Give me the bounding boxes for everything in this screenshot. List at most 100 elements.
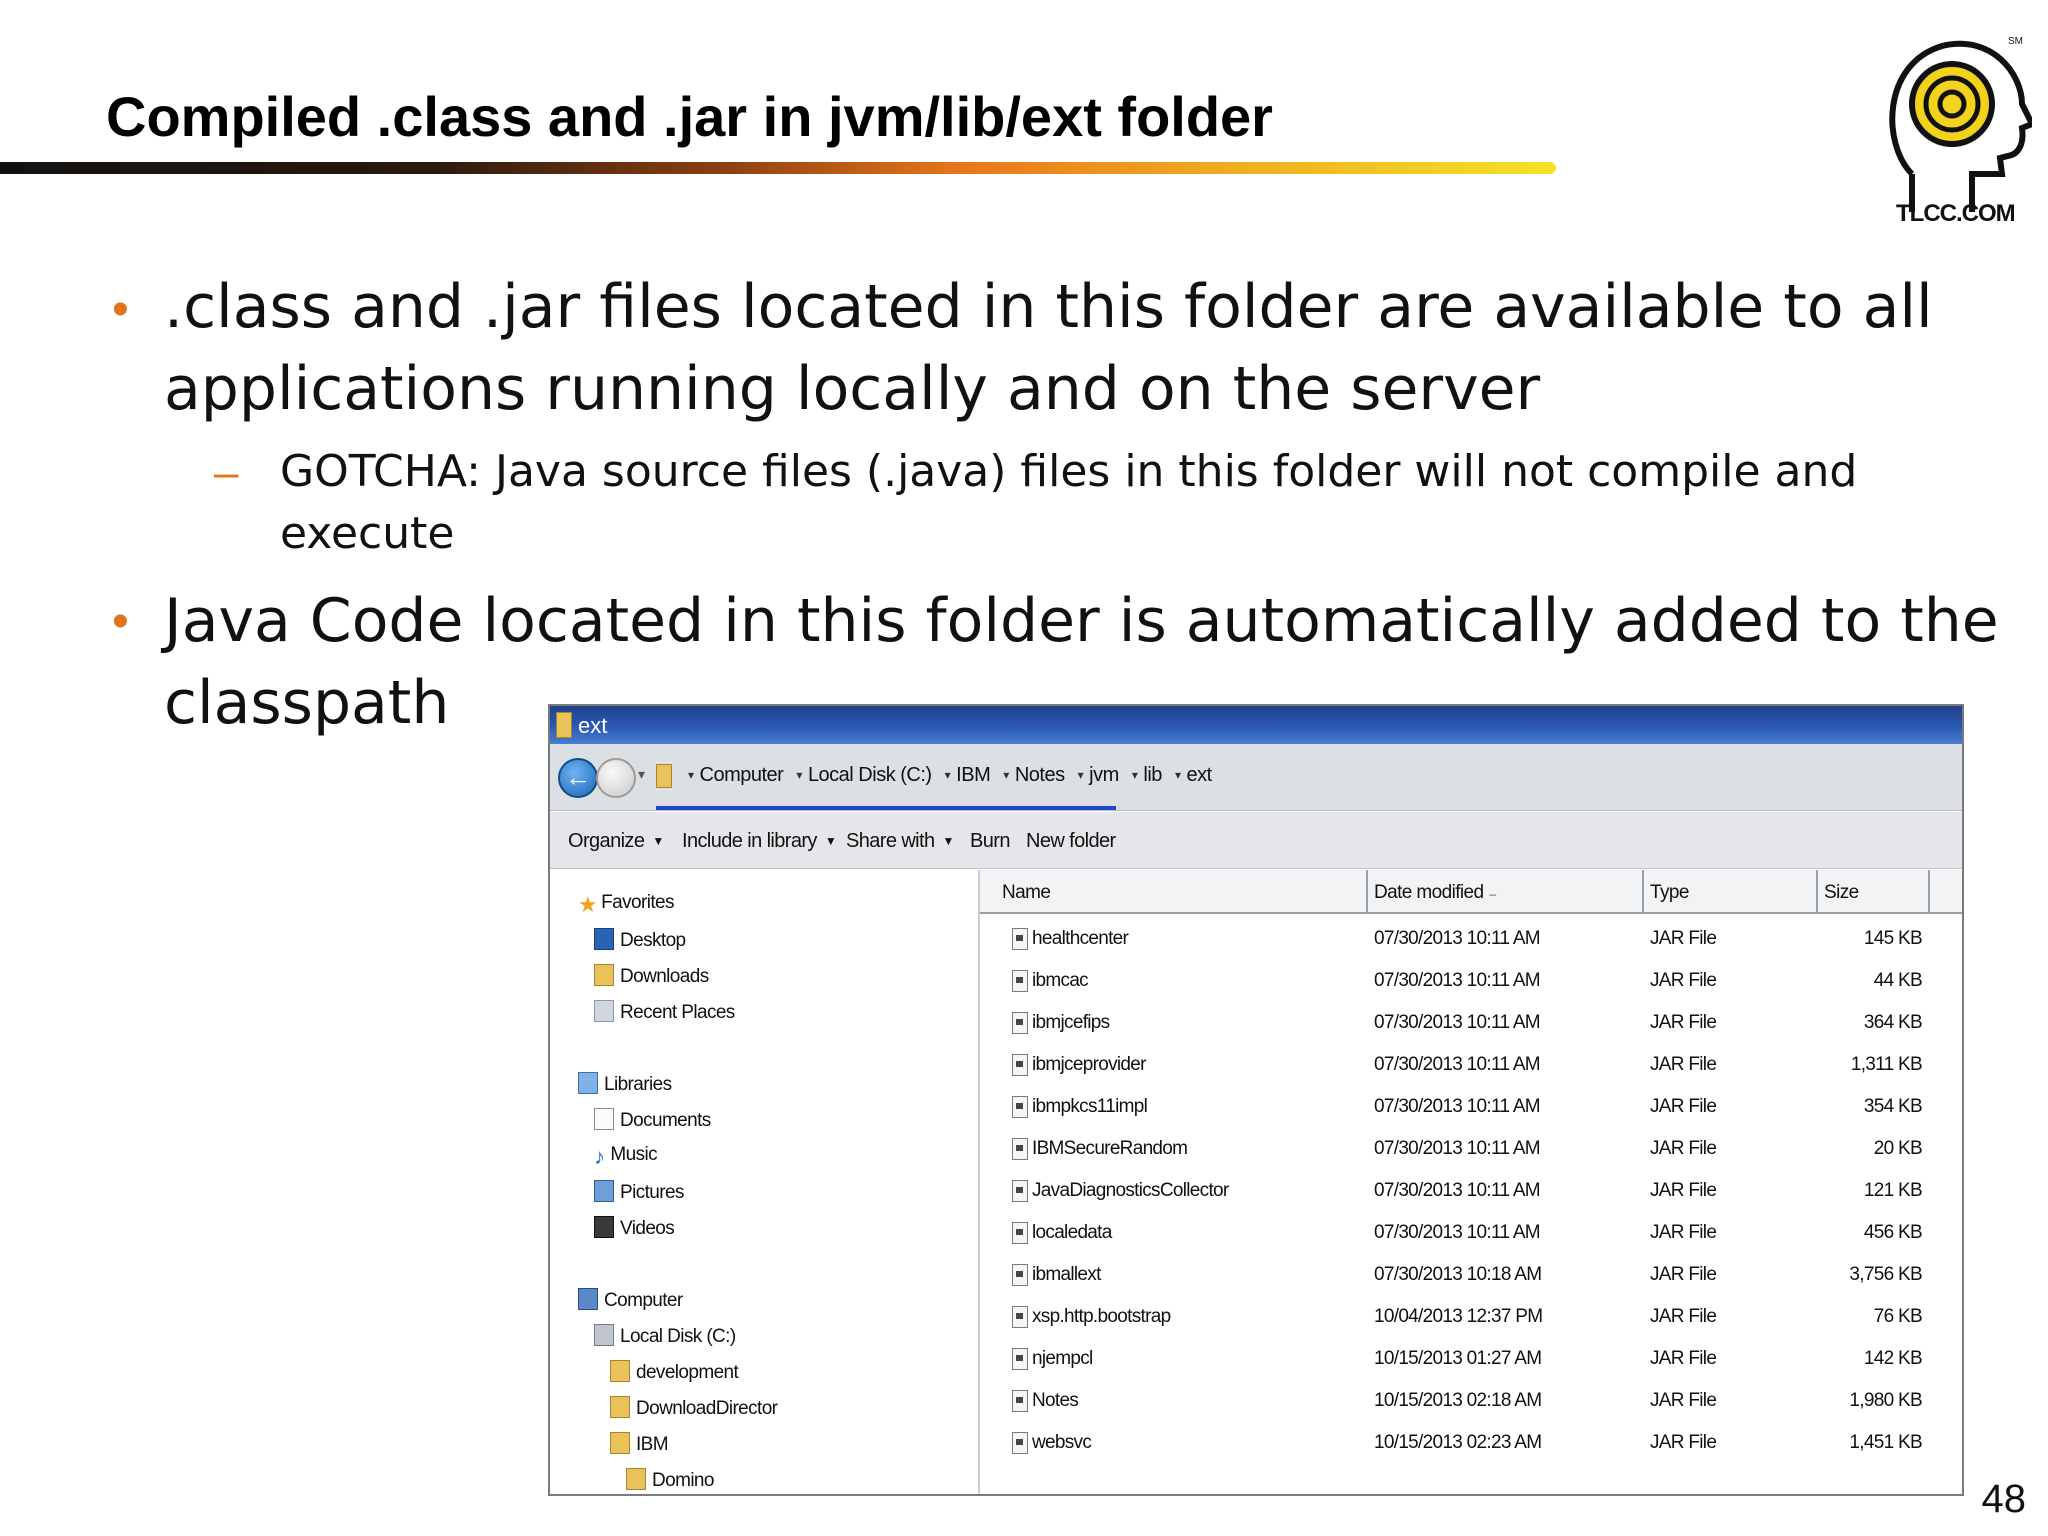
column-header-name[interactable]: Name [1002,882,1051,904]
nav-domino[interactable]: Domino [626,1468,714,1492]
include-in-library-button[interactable]: Include in library ▼ [682,830,837,853]
sub-bullet-line-1: GOTCHA: Java source files (.java) files … [280,446,1858,497]
table-row[interactable]: localedata 07/30/2013 10:11 AM JAR File 456… [980,1214,1962,1256]
breadcrumb-jvm[interactable]: jvm [1089,764,1119,786]
organize-button[interactable]: Organize ▼ [568,830,664,853]
bullet-marker: • [112,283,129,336]
file-name: njempcl [1032,1348,1093,1369]
back-arrow-icon[interactable]: ← [558,758,598,798]
breadcrumb-ext[interactable]: ext [1186,764,1212,786]
explorer-window: ext ← ▾ ▾ Computer ▾ Local Disk (C:) ▾ IBM … [548,704,1964,1496]
pictures-icon [594,1180,614,1202]
breadcrumb-computer[interactable]: Computer [700,764,784,786]
include-in-library-label: Include in library [682,830,817,852]
column-header-row: Name Date modified – Type Size [980,870,1962,914]
title-gradient-rule [0,162,1556,174]
star-icon: ★ [578,892,598,917]
breadcrumb-lib[interactable]: lib [1143,764,1162,786]
table-row[interactable]: xsp.http.bootstrap 10/04/2013 12:37 PM JAR… [980,1298,1962,1340]
file-list: Name Date modified – Type Size healthcent… [980,870,1962,1494]
file-size: 3,756 KB [1849,1264,1922,1285]
music-icon: ♪ [594,1144,605,1169]
nav-documents[interactable]: Documents [594,1108,711,1132]
nav-desktop[interactable]: Desktop [594,928,686,952]
command-toolbar: Organize ▼ Include in library ▼ Share with… [550,812,1962,869]
window-title: ext [578,713,608,738]
column-divider[interactable] [1642,870,1644,912]
folder-icon [626,1468,646,1490]
logo-mark: SM [2008,36,2023,47]
file-type: JAR File [1650,1222,1717,1243]
breadcrumb-notes[interactable]: Notes [1015,764,1065,786]
table-row[interactable]: ibmcac 07/30/2013 10:11 AM JAR File 44 KB [980,962,1962,1004]
nav-videos[interactable]: Videos [594,1216,675,1240]
folder-icon [610,1396,630,1418]
file-type: JAR File [1650,1306,1717,1327]
file-type: JAR File [1650,1390,1717,1411]
table-row[interactable]: ibmpkcs11impl 07/30/2013 10:11 AM JAR File… [980,1088,1962,1130]
nav-computer[interactable]: Computer [578,1288,683,1312]
window-title-bar: ext [550,706,1962,744]
local-disk-icon [594,1324,614,1346]
file-name: IBMSecureRandom [1032,1138,1188,1159]
logo-text: TLCC.COM [1896,200,2016,227]
file-name: ibmpkcs11impl [1032,1096,1148,1117]
file-name: healthcenter [1032,928,1129,949]
new-folder-button[interactable]: New folder [1026,830,1116,853]
table-row[interactable]: ibmjceprovider 07/30/2013 10:11 AM JAR Fil… [980,1046,1962,1088]
breadcrumb[interactable]: ▾ Computer ▾ Local Disk (C:) ▾ IBM ▾ Notes ▾… [680,764,1212,787]
nav-downloads[interactable]: Downloads [594,964,709,988]
file-date: 07/30/2013 10:11 AM [1374,928,1541,949]
nav-recent-places[interactable]: Recent Places [594,1000,735,1024]
nav-local-disk[interactable]: Local Disk (C:) [594,1324,736,1348]
column-divider[interactable] [1928,870,1930,912]
nav-downloaddirector[interactable]: DownloadDirector [610,1396,778,1420]
file-name: websvc [1032,1432,1092,1453]
table-row[interactable]: ibmjcefips 07/30/2013 10:11 AM JAR File 364… [980,1004,1962,1046]
forward-arrow-icon[interactable] [596,758,636,798]
nav-development[interactable]: development [610,1360,739,1384]
nav-ibm[interactable]: IBM [610,1432,669,1456]
column-divider[interactable] [1366,870,1368,912]
nav-label: Videos [620,1218,675,1239]
nav-label: Local Disk (C:) [620,1326,736,1347]
file-size: 44 KB [1873,970,1923,991]
file-type: JAR File [1650,1054,1717,1075]
table-row[interactable]: njempcl 10/15/2013 01:27 AM JAR File 142 KB [980,1340,1962,1382]
nav-libraries[interactable]: Libraries [578,1072,672,1096]
file-name: ibmjcefips [1032,1012,1110,1033]
file-date: 10/15/2013 01:27 AM [1374,1348,1542,1369]
breadcrumb-local-disk[interactable]: Local Disk (C:) [808,764,932,786]
folder-icon [610,1360,630,1382]
burn-button[interactable]: Burn [970,830,1010,853]
table-row[interactable]: JavaDiagnosticsCollector 07/30/2013 10:11… [980,1172,1962,1214]
nav-pictures[interactable]: Pictures [594,1180,684,1204]
file-type: JAR File [1650,1138,1717,1159]
jar-file-icon [1012,1264,1028,1286]
file-name: ibmcac [1032,970,1089,991]
breadcrumb-ibm[interactable]: IBM [956,764,991,786]
nav-label: Pictures [620,1182,684,1203]
bullet-marker: • [112,595,129,648]
column-header-date-modified[interactable]: Date modified – [1374,882,1496,904]
table-row[interactable]: Notes 10/15/2013 02:18 AM JAR File 1,980 KB [980,1382,1962,1424]
column-header-size[interactable]: Size [1824,882,1859,904]
bullet-1-line-2: applications running locally and on the … [164,354,1541,424]
nav-label: Music [610,1144,658,1165]
file-type: JAR File [1650,1348,1717,1369]
column-header-type[interactable]: Type [1650,882,1689,904]
share-with-button[interactable]: Share with ▼ [846,830,954,853]
bullet-2-line-1: Java Code located in this folder is auto… [164,586,1999,656]
table-row[interactable]: healthcenter 07/30/2013 10:11 AM JAR File 1… [980,920,1962,962]
file-size: 121 KB [1863,1180,1923,1201]
page-number: 48 [1981,1477,2027,1521]
address-highlight-underline [656,806,1116,810]
nav-music[interactable]: ♪ Music [594,1144,658,1170]
table-row[interactable]: websvc 10/15/2013 02:23 AM JAR File 1,451 K… [980,1424,1962,1466]
table-row[interactable]: ibmallext 07/30/2013 10:18 AM JAR File 3,75… [980,1256,1962,1298]
chevron-down-icon[interactable]: ▾ [638,766,645,783]
table-row[interactable]: IBMSecureRandom 07/30/2013 10:11 AM JAR Fi… [980,1130,1962,1172]
computer-icon [578,1288,598,1310]
column-divider[interactable] [1816,870,1818,912]
nav-favorites[interactable]: ★ Favorites [578,892,674,918]
